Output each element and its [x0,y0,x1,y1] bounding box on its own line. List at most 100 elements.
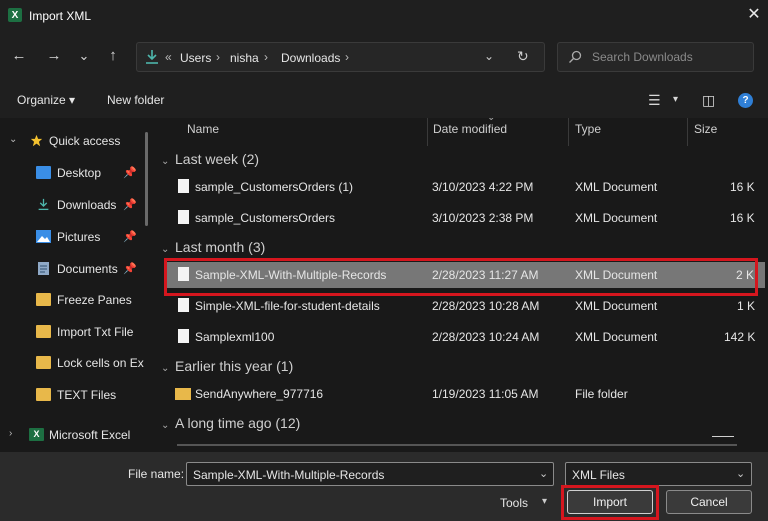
column-header-name[interactable]: Name [187,122,219,142]
folder-icon [36,325,51,338]
file-row[interactable]: SendAnywhere_977716 1/19/2023 11:05 AM F… [165,381,765,407]
sidebar-item-freeze-panes[interactable]: Freeze Panes [0,288,145,312]
desktop-icon [36,166,51,179]
sidebar-item-quick-access[interactable]: ⌄ Quick access [0,129,145,153]
tools-button[interactable]: Tools [500,496,528,510]
sidebar-item-documents[interactable]: Documents 📌 [0,257,145,281]
sidebar-item-desktop[interactable]: Desktop 📌 [0,161,145,185]
cancel-button[interactable]: Cancel [666,490,752,514]
breadcrumb-separator-icon[interactable]: › [345,50,349,64]
sidebar-scrollbar[interactable] [145,132,148,226]
file-row[interactable]: sample_CustomersOrders (1) 3/10/2023 4:2… [165,174,765,200]
file-type: XML Document [575,180,658,194]
file-icon [178,298,189,312]
chevron-down-icon[interactable]: ⌄ [539,467,548,480]
chevron-down-icon: ⌄ [161,244,170,255]
navigation-bar: ← → ⌄ ↑ « Users › nisha › Downloads › ⌄ … [0,32,768,82]
chevron-down-icon: ⌄ [161,156,170,167]
file-type: XML Document [575,330,658,344]
chevron-down-icon: ⌄ [161,363,170,374]
pictures-icon [36,230,51,243]
breadcrumb-separator-icon[interactable]: › [264,50,268,64]
file-name-combobox[interactable]: ⌄ [186,462,554,486]
horizontal-scrollbar[interactable] [177,444,737,446]
highlight-box-import-button [561,485,659,520]
up-arrow-icon[interactable]: ↑ [103,46,123,66]
view-dropdown-icon[interactable]: ▾ [673,94,678,105]
breadcrumb-nisha[interactable]: nisha [230,51,259,65]
star-icon [30,134,43,147]
column-divider[interactable] [687,118,688,146]
group-label: Earlier this year (1) [175,358,294,374]
preview-pane-icon[interactable]: ◫ [702,92,715,109]
column-header-size[interactable]: Size [694,122,717,142]
breadcrumb-users[interactable]: Users [180,51,211,65]
pin-icon[interactable]: 📌 [123,166,137,179]
file-type: File folder [575,387,628,401]
forward-arrow-icon[interactable]: → [44,46,64,66]
column-header-date-modified[interactable]: Date modified [433,122,507,142]
breadcrumb-downloads[interactable]: Downloads [281,51,340,65]
recent-locations-icon[interactable]: ⌄ [74,46,94,66]
sidebar-item-label: Import Txt File [57,325,134,339]
column-divider[interactable] [568,118,569,146]
file-name-input[interactable] [193,467,523,483]
group-label: A long time ago (12) [175,415,301,431]
file-date: 3/10/2023 2:38 PM [432,211,534,225]
group-label: Last month (3) [175,239,266,255]
file-icon [178,179,189,193]
chevron-right-icon[interactable]: › [9,428,12,439]
new-folder-button[interactable]: New folder [107,93,164,107]
file-row[interactable]: Samplexml100 2/28/2023 10:24 AM XML Docu… [165,324,765,350]
back-arrow-icon[interactable]: ← [9,46,29,66]
file-size: 142 K [724,330,756,344]
chevron-down-icon[interactable]: ⌄ [736,467,745,480]
pin-icon[interactable]: 📌 [123,262,137,275]
sidebar-item-lock-cells[interactable]: Lock cells on Ex [0,351,145,375]
organize-button[interactable]: Organize ▾ [17,93,75,107]
sidebar-item-label: Freeze Panes [57,293,132,307]
file-date: 1/19/2023 11:05 AM [432,387,539,401]
address-bar[interactable]: « Users › nisha › Downloads › ⌄ ↻ [136,42,545,72]
group-header-earlier-this-year[interactable]: ⌄ Earlier this year (1) [161,358,293,380]
column-header-type[interactable]: Type [575,122,601,142]
file-icon [178,210,189,224]
breadcrumb-separator-icon[interactable]: › [216,50,220,64]
column-divider[interactable] [427,118,428,146]
file-name-label: File name: [128,467,185,481]
group-header-last-week[interactable]: ⌄ Last week (2) [161,151,259,173]
refresh-icon[interactable]: ↻ [517,48,529,65]
folder-icon [175,388,191,400]
tools-dropdown-icon[interactable]: ▾ [542,496,547,507]
sidebar-item-downloads[interactable]: Downloads 📌 [0,193,145,217]
sidebar-item-import-txt-file[interactable]: Import Txt File [0,320,145,344]
file-name: sample_CustomersOrders [195,211,336,225]
navigation-pane: ⌄ Quick access Desktop 📌 Downloads 📌 Pic… [0,118,157,452]
file-type: XML Document [575,211,658,225]
file-date: 2/28/2023 10:28 AM [432,299,540,313]
sidebar-item-label: Quick access [49,134,121,148]
sidebar-item-microsoft-excel[interactable]: › X Microsoft Excel [0,423,145,447]
sidebar-item-pictures[interactable]: Pictures 📌 [0,225,145,249]
search-input[interactable] [592,49,742,65]
file-name: Samplexml100 [195,330,275,344]
file-row[interactable]: Simple-XML-file-for-student-details 2/28… [165,293,765,319]
search-icon [569,50,582,63]
file-type-select[interactable]: XML Files ⌄ [565,462,752,486]
address-dropdown-icon[interactable]: ⌄ [484,49,494,63]
close-icon[interactable]: ✕ [744,4,764,26]
file-row[interactable]: sample_CustomersOrders 3/10/2023 2:38 PM… [165,205,765,231]
view-options-icon[interactable]: ☰ [648,92,661,109]
command-toolbar: Organize ▾ New folder ☰ ▾ ◫ ? [0,82,768,118]
excel-app-icon: X [8,8,22,22]
pin-icon[interactable]: 📌 [123,230,137,243]
search-box[interactable] [557,42,754,72]
sidebar-item-text-files[interactable]: TEXT Files [0,383,145,407]
group-header-long-time-ago[interactable]: ⌄ A long time ago (12) [161,415,300,437]
scroll-indicator [712,436,734,437]
download-icon [146,50,158,64]
pin-icon[interactable]: 📌 [123,198,137,211]
help-icon[interactable]: ? [738,93,753,108]
address-overflow-icon[interactable]: « [165,50,172,64]
chevron-down-icon[interactable]: ⌄ [9,134,17,145]
